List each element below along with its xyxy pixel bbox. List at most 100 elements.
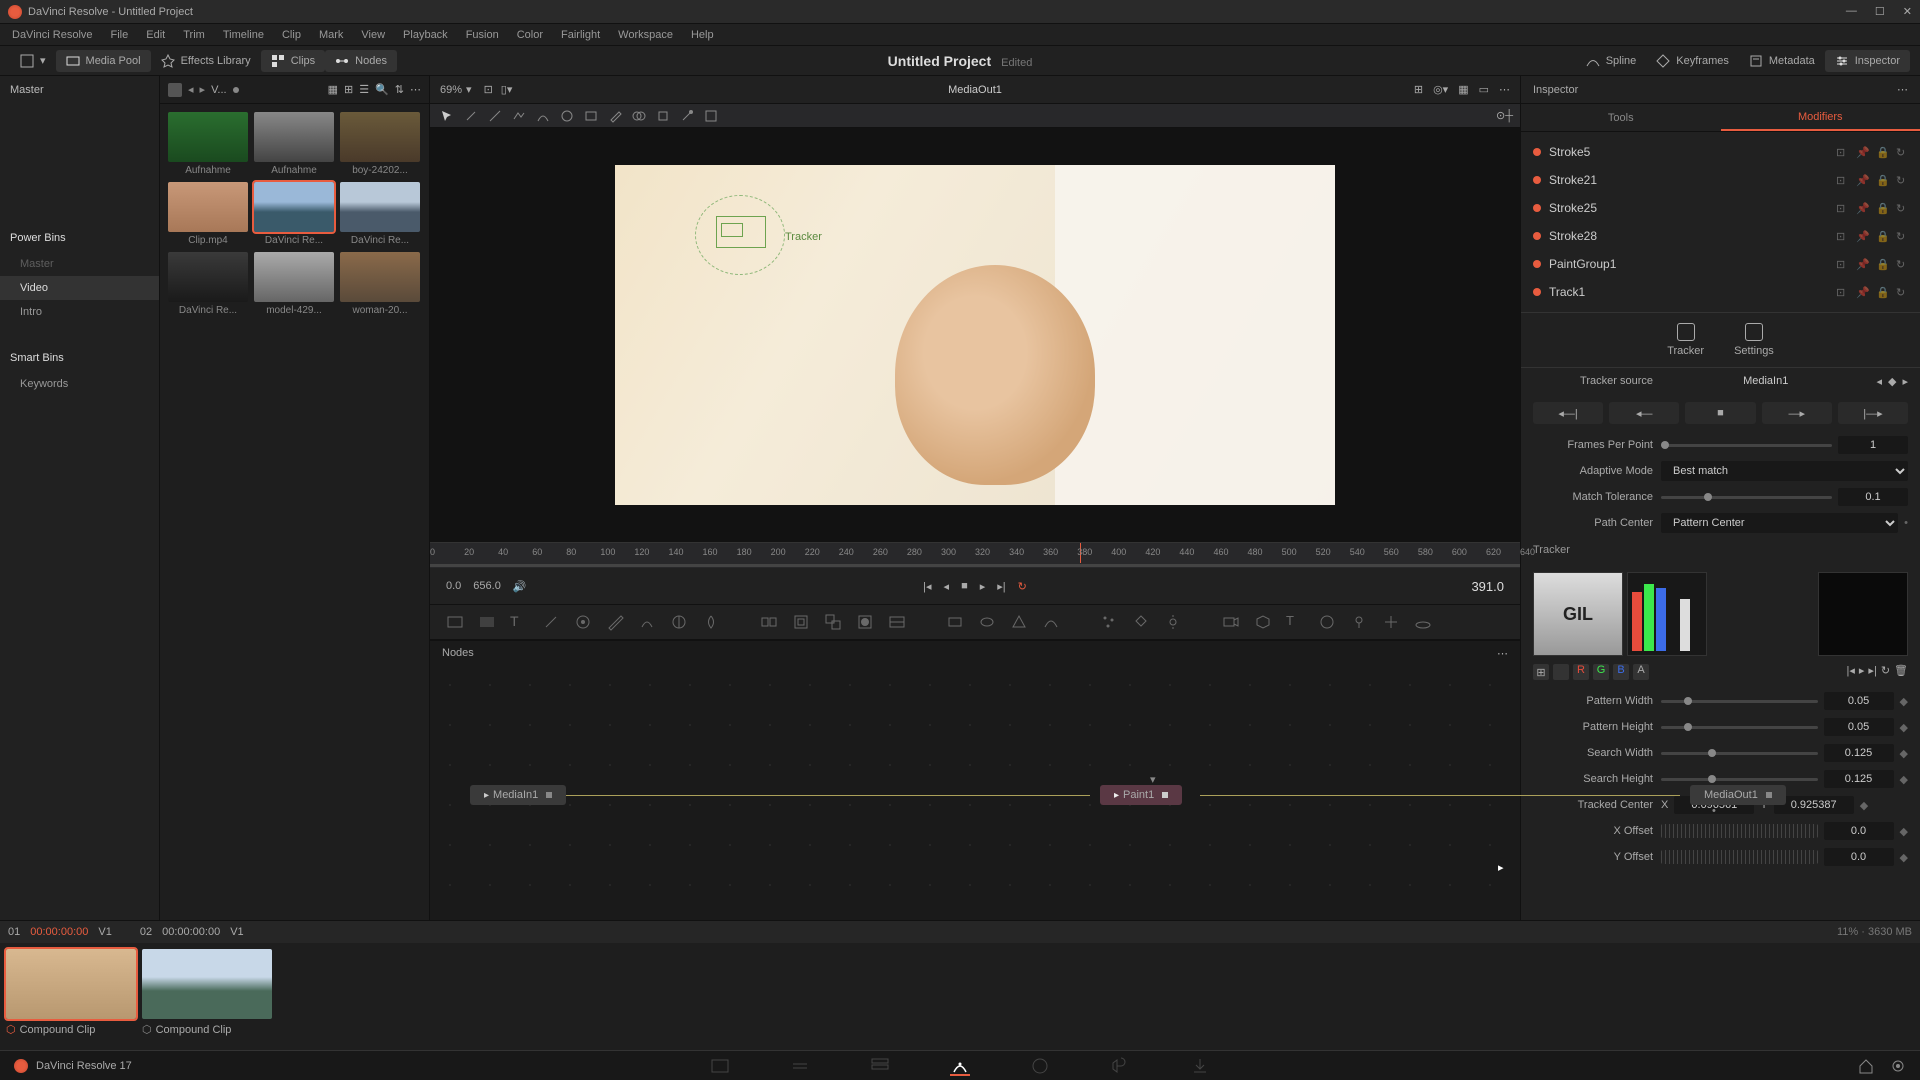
- menu-mark[interactable]: Mark: [319, 29, 343, 41]
- effects-library-button[interactable]: Effects Library: [151, 50, 261, 72]
- audio-icon[interactable]: 🔊: [513, 580, 527, 593]
- project-settings-icon[interactable]: [1890, 1058, 1906, 1074]
- modifier-item[interactable]: Stroke21⊡📌🔒↻: [1521, 166, 1920, 194]
- play-icon[interactable]: ▸: [980, 580, 986, 593]
- yoff-wheel[interactable]: [1661, 850, 1818, 864]
- fairlight-page-icon[interactable]: [1110, 1056, 1130, 1076]
- close-icon[interactable]: ✕: [1903, 5, 1912, 18]
- snap-icon[interactable]: ⊙┼: [1496, 109, 1510, 123]
- prender-tool-icon[interactable]: [1132, 613, 1150, 631]
- metadata-button[interactable]: Metadata: [1739, 50, 1825, 72]
- power-bin-video[interactable]: Video: [0, 276, 159, 300]
- subtab-tracker[interactable]: Tracker: [1667, 323, 1704, 357]
- rect-tool-icon[interactable]: [584, 109, 598, 123]
- shape3d-tool-icon[interactable]: [1318, 613, 1336, 631]
- inspector-options-icon[interactable]: ⋯: [1897, 83, 1908, 96]
- current-frame[interactable]: 391.0: [1471, 579, 1504, 594]
- light-tool-icon[interactable]: [1350, 613, 1368, 631]
- nodes-button[interactable]: Nodes: [325, 50, 397, 72]
- list-icon[interactable]: ☰: [359, 83, 369, 96]
- channel-r-icon[interactable]: R: [1573, 664, 1589, 680]
- modifier-item[interactable]: Stroke28⊡📌🔒↻: [1521, 222, 1920, 250]
- ph-input[interactable]: [1824, 718, 1894, 736]
- range-end[interactable]: 656.0: [473, 580, 501, 592]
- camera3d-tool-icon[interactable]: [1222, 613, 1240, 631]
- roi-icon[interactable]: ◎▾: [1433, 83, 1448, 96]
- tab-tools[interactable]: Tools: [1521, 104, 1721, 131]
- menu-color[interactable]: Color: [517, 29, 543, 41]
- media-thumb[interactable]: DaVinci Re...: [340, 182, 420, 246]
- menu-fairlight[interactable]: Fairlight: [561, 29, 600, 41]
- sh-slider[interactable]: [1661, 778, 1818, 781]
- track-backward-from-end-button[interactable]: ◂—|: [1533, 402, 1603, 424]
- bspline-mask-icon[interactable]: [1042, 613, 1060, 631]
- keyframes-button[interactable]: Keyframes: [1646, 50, 1739, 72]
- menu-edit[interactable]: Edit: [146, 29, 165, 41]
- filter-icon[interactable]: ⋯: [410, 83, 421, 96]
- yoff-input[interactable]: [1824, 848, 1894, 866]
- image3d-tool-icon[interactable]: [1254, 613, 1272, 631]
- pemitter-tool-icon[interactable]: [1164, 613, 1182, 631]
- channel-g-icon[interactable]: G: [1593, 664, 1609, 680]
- smart-bin-keywords[interactable]: Keywords: [0, 372, 159, 396]
- grid-view-icon[interactable]: ⊞: [344, 83, 353, 96]
- node-mediaout[interactable]: MediaOut1: [1690, 785, 1786, 805]
- nodes-options-icon[interactable]: ⋯: [1497, 647, 1508, 660]
- menu-trim[interactable]: Trim: [183, 29, 205, 41]
- home-icon[interactable]: [1858, 1058, 1874, 1074]
- transform-tool-icon[interactable]: [656, 109, 670, 123]
- list-view-icon[interactable]: [168, 83, 182, 97]
- brush-tool-icon[interactable]: [638, 613, 656, 631]
- tracker-tool-icon[interactable]: [574, 613, 592, 631]
- minimize-icon[interactable]: —: [1846, 5, 1857, 18]
- reset-icon[interactable]: ↻: [1896, 146, 1908, 158]
- timeline-ruler[interactable]: 0204060801001201401601802002202402602803…: [430, 542, 1520, 562]
- track-backward-button[interactable]: ◂—: [1609, 402, 1679, 424]
- node-mediain[interactable]: ▸ MediaIn1: [470, 785, 566, 805]
- spline-button[interactable]: Spline: [1576, 50, 1647, 72]
- wand-tool-icon[interactable]: [464, 109, 478, 123]
- adaptive-select[interactable]: Best match: [1661, 461, 1908, 481]
- master-bin[interactable]: Master: [0, 76, 159, 104]
- loop-icon[interactable]: ↻: [1018, 580, 1027, 593]
- fastnoise-tool-icon[interactable]: [478, 613, 496, 631]
- fusion-page-icon[interactable]: [950, 1056, 970, 1076]
- matte-tool-icon[interactable]: [856, 613, 874, 631]
- polygon-mask-icon[interactable]: [1010, 613, 1028, 631]
- media-thumb[interactable]: boy-24202...: [340, 112, 420, 176]
- channel-b-icon[interactable]: B: [1613, 664, 1629, 680]
- options-icon[interactable]: ⋯: [1499, 83, 1510, 96]
- menu-playback[interactable]: Playback: [403, 29, 448, 41]
- modifier-item[interactable]: Stroke5⊡📌🔒↻: [1521, 138, 1920, 166]
- layout-dropdown[interactable]: ▾: [10, 50, 56, 72]
- menu-view[interactable]: View: [361, 29, 385, 41]
- text3d-tool-icon[interactable]: T: [1286, 613, 1304, 631]
- rectangle-mask-icon[interactable]: [946, 613, 964, 631]
- node-paint[interactable]: ▸ Paint1: [1100, 785, 1182, 805]
- media-thumb[interactable]: Aufnahme: [254, 112, 334, 176]
- inspector-button[interactable]: Inspector: [1825, 50, 1910, 72]
- text-tool-icon[interactable]: T: [510, 613, 528, 631]
- media-thumb[interactable]: DaVinci Re...: [168, 252, 248, 316]
- media-thumb[interactable]: DaVinci Re...: [254, 182, 334, 246]
- pw-input[interactable]: [1824, 692, 1894, 710]
- step-back-icon[interactable]: ◂: [944, 580, 950, 593]
- cut-page-icon[interactable]: [790, 1056, 810, 1076]
- sort-icon[interactable]: ⇅: [395, 83, 404, 96]
- menu-file[interactable]: File: [111, 29, 129, 41]
- keyframe-icon[interactable]: ◆: [1888, 375, 1896, 388]
- guides-icon[interactable]: ⊞: [1414, 83, 1423, 96]
- tracker-source-value[interactable]: MediaIn1: [1661, 375, 1870, 387]
- ellipse-mask-icon[interactable]: [978, 613, 996, 631]
- menu-timeline[interactable]: Timeline: [223, 29, 264, 41]
- paint-tool-icon[interactable]: [542, 613, 560, 631]
- media-thumb[interactable]: Aufnahme: [168, 112, 248, 176]
- blur-tool-icon[interactable]: [702, 613, 720, 631]
- edit-page-icon[interactable]: [870, 1056, 890, 1076]
- merge-tool-icon[interactable]: [760, 613, 778, 631]
- media-page-icon[interactable]: [710, 1056, 730, 1076]
- menu-clip[interactable]: Clip: [282, 29, 301, 41]
- media-thumb[interactable]: Clip.mp4: [168, 182, 248, 246]
- split-icon[interactable]: ▯▾: [501, 83, 513, 96]
- clip-thumb[interactable]: ⬡Compound Clip: [6, 949, 136, 1036]
